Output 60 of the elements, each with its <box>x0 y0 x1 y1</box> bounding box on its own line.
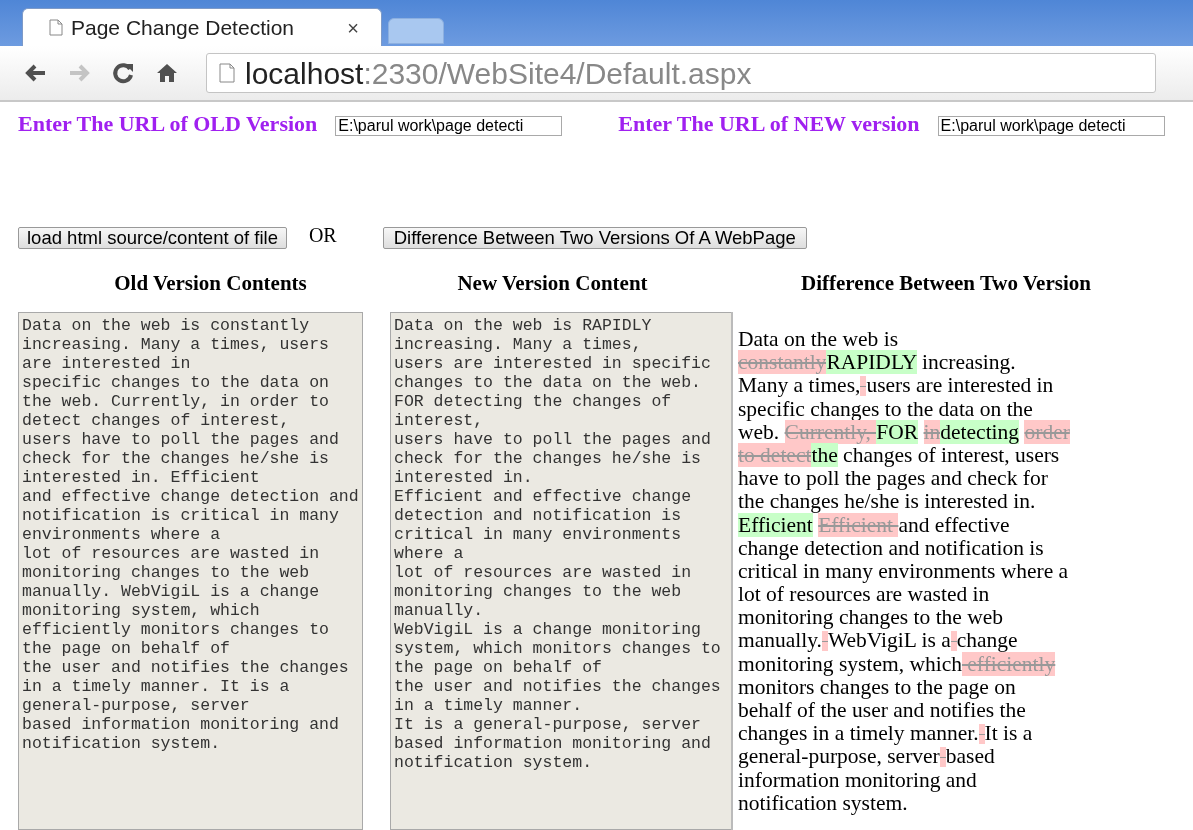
diff-text: based <box>945 744 995 769</box>
diff-text: the changes he/she is interested in. <box>738 489 1036 514</box>
diff-text: changes in a timely manner. <box>738 721 979 746</box>
deleted-text: constantly <box>738 350 827 375</box>
diff-text: information monitoring and <box>738 767 977 792</box>
inserted-text: FOR <box>876 419 919 444</box>
diff-text: have to poll the pages and check for <box>738 466 1048 491</box>
deleted-text: order <box>1024 419 1070 444</box>
page-icon <box>49 19 63 36</box>
diff-text: It is a <box>984 721 1033 746</box>
new-content-area[interactable]: Data on the web is RAPIDLY increasing. Many a times, users are interested in specific changes to the data on the web. FOR detecting the changes of interest, users have to poll the pages and check for the changes he/she is interested in. Efficient and effective change detection and notification is critical in many environments where a lot of resources are wasted in monitoring changes to the web manually. WebVigiL is a change monitoring system, which monitors changes to the page on behalf of the user and notifies the changes in a timely manner. It is a general-purpose, server based information monitoring and notification system. <box>390 312 733 830</box>
url-field[interactable]: E:\parul work\page detecti <box>335 116 563 136</box>
diff-text: general-purpose, server <box>738 744 940 769</box>
deleted-text: Currently, <box>784 419 877 444</box>
diff-text: change detection and notification is <box>738 535 1044 560</box>
column-heading: New Version Content <box>456 270 649 297</box>
url-path: :2330/WebSite4/Default.aspx <box>363 56 752 90</box>
deleted-space-mark <box>950 631 957 652</box>
diff-text: WebVigiL is a <box>828 628 951 653</box>
address-bar[interactable]: localhost:2330/WebSite4/Default.aspx <box>206 53 1156 93</box>
close-tab-button[interactable]: × <box>347 12 359 43</box>
deleted-text: efficiently <box>961 651 1056 676</box>
diff-text: notification system. <box>738 790 908 815</box>
load-file-button[interactable]: load html source/content of file <box>18 227 287 249</box>
difference-button[interactable]: Difference Between Two Versions Of A WebPage <box>382 227 807 249</box>
or-text: OR <box>308 223 337 248</box>
reload-icon[interactable] <box>110 61 136 85</box>
diff-text: increasing. <box>921 350 1016 375</box>
column-heading: Old Version Contents <box>113 270 308 297</box>
page-icon <box>219 63 235 83</box>
diff-text: monitoring system, which <box>738 651 962 676</box>
deleted-text: to detect <box>738 442 812 467</box>
inserted-text: detecting <box>940 419 1020 444</box>
diff-text: lot of resources are wasted in <box>738 582 990 607</box>
diff-text: Data on the web is <box>738 327 898 351</box>
diff-text: Many a times, <box>738 373 861 398</box>
deleted-space-mark <box>860 376 867 397</box>
inserted-text: Efficient <box>738 512 813 537</box>
diff-text: specific changes to the data on the <box>738 396 1033 421</box>
old-content-area[interactable]: Data on the web is constantly increasing. Many a times, users are interested in specific changes to the data on the web. Currently, in order to detect changes of interest, users have to poll the pages and check for the changes he/she is interested in. Efficient and effective change detection and notification is critical in many environments where a lot of resources are wasted in monitoring changes to the web manually. WebVigiL is a change monitoring system, which efficiently monitors changes to the page on behalf of the user and notifies the changes in a timely manner. It is a general-purpose, server based information monitoring and notification system. <box>18 312 363 830</box>
deleted-text: in <box>923 419 941 444</box>
diff-text: users are interested in <box>866 373 1054 398</box>
diff-text: monitoring changes to the web <box>738 605 1004 630</box>
deleted-space-mark <box>978 724 985 745</box>
url-field[interactable]: E:\parul work\page detecti <box>937 116 1165 136</box>
url-host: localhost <box>245 56 364 90</box>
url-label: Enter The URL of NEW version <box>618 112 920 136</box>
deleted-space-mark <box>822 631 828 652</box>
diff-text: manually. <box>738 628 822 653</box>
diff-text: and effective <box>898 512 1010 537</box>
deleted-space-mark <box>939 747 946 768</box>
column-heading: Difference Between Two Version <box>800 270 1092 297</box>
diff-text: behalf of the user and notifies the <box>738 698 1026 722</box>
inserted-text: RAPIDLY <box>826 350 917 375</box>
tab-title: Page Change Detection <box>71 14 295 41</box>
deleted-text: Efficient <box>818 512 899 537</box>
browser-tab[interactable]: Page Change Detection × <box>22 8 382 46</box>
diff-text: change <box>956 628 1018 653</box>
url-label: Enter The URL of OLD Version <box>18 112 318 136</box>
inserted-text: the <box>811 442 838 467</box>
